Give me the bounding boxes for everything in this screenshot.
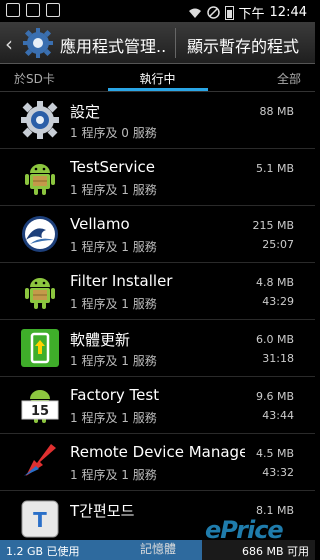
vellamo-icon bbox=[22, 216, 58, 252]
app-name: Vellamo bbox=[70, 215, 130, 233]
app-memory-size: 88 MB bbox=[259, 105, 294, 118]
list-item[interactable]: 設定 1 程序及 0 服務 88 MB bbox=[0, 92, 315, 149]
status-right: 下午 12:44 bbox=[188, 3, 307, 22]
action-bar: ‹ 應用程式管理.. 顯示暫存的程式 bbox=[0, 22, 315, 64]
app-run-time: 43:32 bbox=[262, 466, 294, 479]
remote-arrows-icon bbox=[24, 444, 56, 476]
app-name: 軟體更新 bbox=[70, 331, 131, 349]
app-name: Filter Installer bbox=[70, 272, 173, 290]
app-name: 設定 bbox=[70, 103, 101, 121]
settings-gear-icon[interactable] bbox=[22, 27, 54, 59]
app-name: TestService bbox=[70, 158, 155, 176]
app-process-count: 1 程序及 0 服務 bbox=[70, 126, 157, 140]
list-item[interactable]: 15 Factory Test 1 程序及 1 服務 9.6 MB 43:44 bbox=[0, 377, 315, 434]
show-cached-button[interactable]: 顯示暫存的程式 bbox=[187, 33, 299, 57]
memory-used-label: 1.2 GB 已使用 bbox=[6, 545, 80, 558]
status-bar: 下午 12:44 bbox=[0, 0, 315, 22]
app-memory-size: 215 MB bbox=[252, 219, 294, 232]
memory-label: 記憶體 bbox=[140, 542, 177, 556]
settings-gear-icon bbox=[21, 101, 59, 139]
list-item[interactable]: TestService 1 程序及 1 服務 5.1 MB bbox=[0, 149, 315, 206]
software-update-icon bbox=[21, 329, 59, 367]
app-process-count: 1 程序及 1 服務 bbox=[70, 183, 157, 197]
image-icon bbox=[46, 3, 60, 17]
battery-icon bbox=[224, 5, 234, 20]
android-robot-icon bbox=[25, 164, 55, 195]
usb-icon bbox=[26, 3, 40, 17]
tab-all[interactable]: 全部 bbox=[277, 70, 301, 87]
status-time: 12:44 bbox=[269, 5, 307, 20]
app-run-time: 25:07 bbox=[262, 238, 294, 251]
app-name: Factory Test bbox=[70, 386, 160, 404]
android-robot-icon bbox=[25, 278, 55, 309]
list-item[interactable]: Vellamo 1 程序及 1 服務 215 MB 25:07 bbox=[0, 206, 315, 263]
t-easy-mode-icon: T bbox=[21, 500, 59, 538]
app-run-time: 43:29 bbox=[262, 295, 294, 308]
svg-text:15: 15 bbox=[31, 404, 49, 419]
list-item[interactable]: Filter Installer 1 程序及 1 服務 4.8 MB 43:29 bbox=[0, 263, 315, 320]
app-process-count: 1 程序及 1 服務 bbox=[70, 468, 157, 482]
app-process-count: 1 程序及 1 服務 bbox=[70, 297, 157, 311]
app-memory-size: 9.6 MB bbox=[255, 390, 294, 403]
app-name: Remote Device Manage.. bbox=[70, 443, 245, 461]
app-process-count: 1 程序及 1 服務 bbox=[70, 240, 157, 254]
status-ampm: 下午 bbox=[238, 7, 265, 22]
notification-icons bbox=[6, 3, 60, 17]
page-title: 應用程式管理.. bbox=[60, 37, 167, 56]
back-chevron-icon[interactable]: ‹ bbox=[5, 32, 13, 56]
app-memory-size: 6.0 MB bbox=[255, 333, 294, 346]
app-memory-size: 4.5 MB bbox=[255, 447, 294, 460]
svg-text:T: T bbox=[33, 508, 47, 532]
sd-card-icon bbox=[6, 3, 20, 17]
app-memory-size: 4.8 MB bbox=[255, 276, 294, 289]
app-run-time: 31:18 bbox=[262, 352, 294, 365]
app-memory-size: 5.1 MB bbox=[255, 162, 294, 175]
no-sim-icon bbox=[206, 6, 220, 19]
app-process-count: 1 程序及 1 服務 bbox=[70, 354, 157, 368]
factory-test-icon: 15 bbox=[21, 390, 59, 423]
wifi-icon bbox=[188, 8, 201, 18]
memory-footer: 1.2 GB 已使用 記憶體 686 MB 可用 bbox=[0, 540, 315, 560]
memory-free-label: 686 MB 可用 bbox=[241, 545, 309, 558]
app-process-count: 1 程序及 1 服務 bbox=[70, 411, 157, 425]
tab-running[interactable]: 執行中 bbox=[0, 70, 315, 87]
app-run-time: 43:44 bbox=[262, 409, 294, 422]
list-item[interactable]: 軟體更新 1 程序及 1 服務 6.0 MB 31:18 bbox=[0, 320, 315, 377]
action-divider bbox=[175, 28, 176, 58]
list-item[interactable]: Remote Device Manage.. 1 程序及 1 服務 4.5 MB… bbox=[0, 434, 315, 491]
tab-bar: 於SD卡 執行中 全部 bbox=[0, 64, 315, 92]
